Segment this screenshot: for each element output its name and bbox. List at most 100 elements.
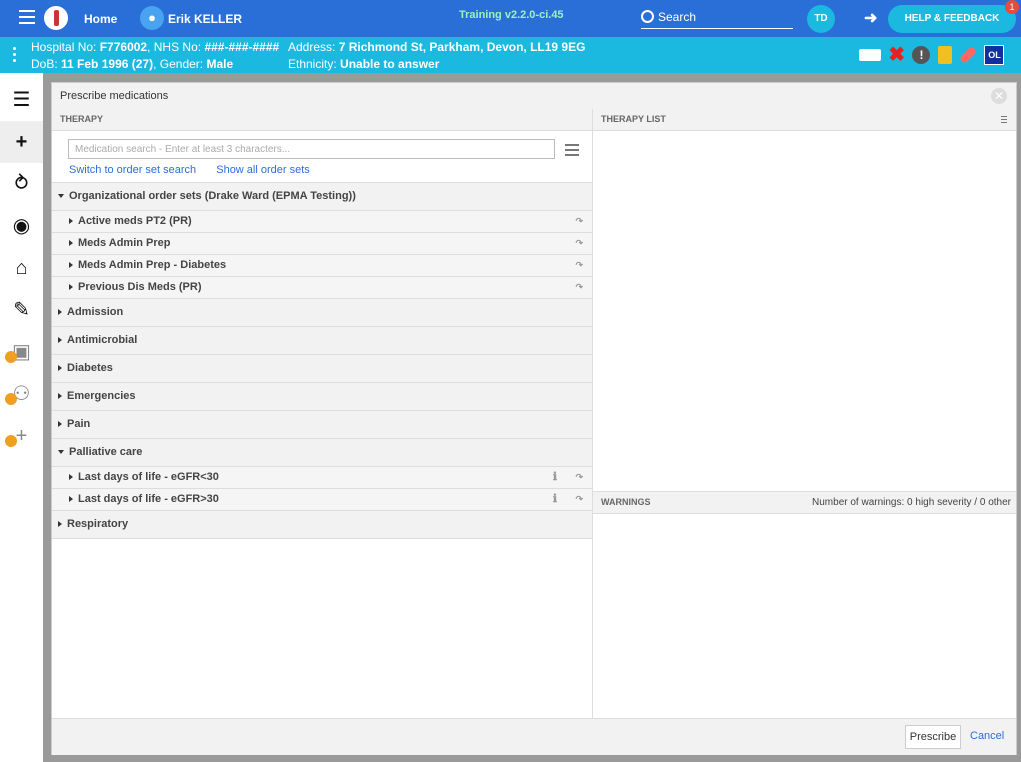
show-all-order-sets-link[interactable]: Show all order sets (216, 164, 310, 176)
modal-footer: Prescribe Cancel (52, 718, 1016, 755)
caret-right-icon (69, 217, 73, 224)
order-set-item-label: Previous Dis Meds (PR) (78, 281, 202, 293)
address-label: Address: (288, 40, 336, 54)
caret-down-icon (58, 193, 64, 198)
stethoscope-icon[interactable]: ⥁ (0, 163, 43, 205)
add-order-set-icon[interactable]: ↷ (575, 277, 583, 298)
order-set-group-label: Palliative care (69, 446, 143, 458)
prescribe-button[interactable]: Prescribe (905, 725, 961, 749)
locked-note-icon[interactable]: ▣ (0, 331, 43, 373)
caret-right-icon (58, 308, 62, 315)
order-set-group[interactable]: Diabetes (52, 355, 592, 383)
gender-value: Male (206, 57, 234, 71)
menu-icon[interactable] (19, 10, 35, 26)
patient-flags: ✖ ! OL (859, 45, 1008, 65)
caret-right-icon (69, 473, 73, 480)
switch-order-set-link[interactable]: Switch to order set search (69, 164, 196, 176)
order-set-group[interactable]: Antimicrobial (52, 327, 592, 355)
nhs-number: ###-###-#### (204, 40, 280, 54)
info-icon[interactable]: ℹ (553, 489, 557, 510)
camera-icon[interactable]: ◉ (0, 205, 43, 247)
patient-name-link[interactable]: Erik KELLER (168, 12, 242, 26)
order-set-item-label: Meds Admin Prep - Diabetes (78, 259, 227, 271)
order-set-item-label: Last days of life - eGFR<30 (78, 471, 219, 483)
patient-banner: Hospital No: F776002, NHS No: ###-###-##… (0, 37, 1021, 73)
plus-icon[interactable]: + (0, 121, 43, 163)
prescribe-modal: Prescribe medications ✕ THERAPY Medicati… (51, 82, 1017, 755)
order-set-item[interactable]: Active meds PT2 (PR) ↷ (52, 211, 592, 233)
ethnicity-label: Ethnicity: (288, 57, 337, 71)
add-order-set-icon[interactable]: ↷ (575, 211, 583, 232)
patient-icon: ● (140, 6, 164, 30)
warnings-title: WARNINGS (601, 497, 651, 507)
help-feedback-button[interactable]: HELP & FEEDBACK (888, 5, 1016, 33)
search-button[interactable]: Search (641, 8, 793, 29)
cancel-button[interactable]: Cancel (970, 730, 1004, 742)
side-nav: ☰ + ⥁ ◉ ⌂ ✎ ▣ ⚇ + (0, 73, 43, 762)
add-order-set-icon[interactable]: ↷ (575, 467, 583, 488)
therapy-list-title: THERAPY LIST (601, 114, 666, 124)
caret-right-icon (69, 283, 73, 290)
caret-right-icon (69, 261, 73, 268)
order-set-group[interactable]: Emergencies (52, 383, 592, 411)
medication-search-input[interactable]: Medication search - Enter at least 3 cha… (68, 139, 555, 159)
add-order-set-icon[interactable]: ↷ (575, 489, 583, 510)
patient-hospital-line: Hospital No: F776002, NHS No: ###-###-##… (31, 40, 280, 54)
bed-icon[interactable] (859, 49, 881, 61)
therapy-pane: THERAPY Medication search - Enter at lea… (52, 109, 593, 718)
order-set-group-label: Antimicrobial (67, 334, 138, 346)
therapy-list-menu-icon[interactable] (1001, 116, 1007, 125)
order-set-item[interactable]: Last days of life - eGFR<30 ℹ ↷ (52, 467, 592, 489)
warnings-header: WARNINGS Number of warnings: 0 high seve… (593, 491, 1016, 514)
modal-title: Prescribe medications (60, 90, 169, 102)
order-set-group-label: Respiratory (67, 518, 129, 530)
order-set-item[interactable]: Meds Admin Prep - Diabetes ↷ (52, 255, 592, 277)
order-set-group-label: Organizational order sets (Drake Ward (E… (69, 190, 356, 202)
add-order-set-icon[interactable]: ↷ (575, 233, 583, 254)
nhs-label: NHS No: (153, 40, 202, 54)
caret-right-icon (58, 336, 62, 343)
info-icon[interactable]: ℹ (553, 467, 557, 488)
order-set-group[interactable]: Organizational order sets (Drake Ward (E… (52, 183, 592, 211)
home-plus-icon[interactable]: ⌂ (0, 247, 43, 289)
ol-flag[interactable]: OL (984, 45, 1005, 65)
clipboard-icon[interactable] (937, 46, 952, 64)
pill-icon[interactable] (958, 45, 978, 65)
patient-address-line: Address: 7 Richmond St, Parkham, Devon, … (288, 40, 585, 54)
app-logo[interactable] (42, 4, 70, 32)
ethnicity-value: Unable to answer (340, 57, 440, 71)
order-set-item[interactable]: Meds Admin Prep ↷ (52, 233, 592, 255)
close-icon[interactable]: ✕ (991, 88, 1007, 104)
caret-right-icon (58, 364, 62, 371)
locked-plus-icon[interactable]: + (0, 415, 43, 457)
alert-icon[interactable]: ! (912, 46, 931, 64)
order-set-item-label: Last days of life - eGFR>30 (78, 493, 219, 505)
order-set-group[interactable]: Palliative care (52, 439, 592, 467)
locked-walk-icon[interactable]: ⚇ (0, 373, 43, 415)
order-set-item[interactable]: Last days of life - eGFR>30 ℹ ↷ (52, 489, 592, 511)
no-resus-icon[interactable]: ✖ (888, 45, 905, 65)
add-order-set-icon[interactable]: ↷ (575, 255, 583, 276)
right-pane: THERAPY LIST WARNINGS Number of warnings… (593, 109, 1016, 718)
more-vertical-icon[interactable] (13, 47, 16, 65)
order-set-group[interactable]: Pain (52, 411, 592, 439)
order-set-item[interactable]: Previous Dis Meds (PR) ↷ (52, 277, 592, 299)
order-set-group[interactable]: Respiratory (52, 511, 592, 539)
patient-ethnicity-line: Ethnicity: Unable to answer (288, 57, 439, 71)
hospital-number: F776002 (99, 40, 148, 54)
list-icon[interactable]: ☰ (0, 79, 43, 121)
top-bar: Home ● Erik KELLER Training v2.2.0-ci.45… (0, 0, 1021, 37)
address-value: 7 Richmond St, Parkham, Devon, LL19 9EG (338, 40, 586, 54)
notification-badge: 1 (1005, 0, 1019, 14)
caret-right-icon (69, 495, 73, 502)
caret-right-icon (58, 420, 62, 427)
user-avatar[interactable]: TD (807, 5, 835, 33)
order-set-group[interactable]: Admission (52, 299, 592, 327)
caret-right-icon (58, 392, 62, 399)
therapy-list-area (593, 130, 1016, 491)
home-link[interactable]: Home (84, 12, 117, 26)
list-menu-icon[interactable] (565, 144, 579, 159)
order-set-group-label: Diabetes (67, 362, 113, 374)
sign-icon[interactable]: ✎ (0, 289, 43, 331)
logout-icon[interactable]: ➜ (864, 8, 877, 28)
